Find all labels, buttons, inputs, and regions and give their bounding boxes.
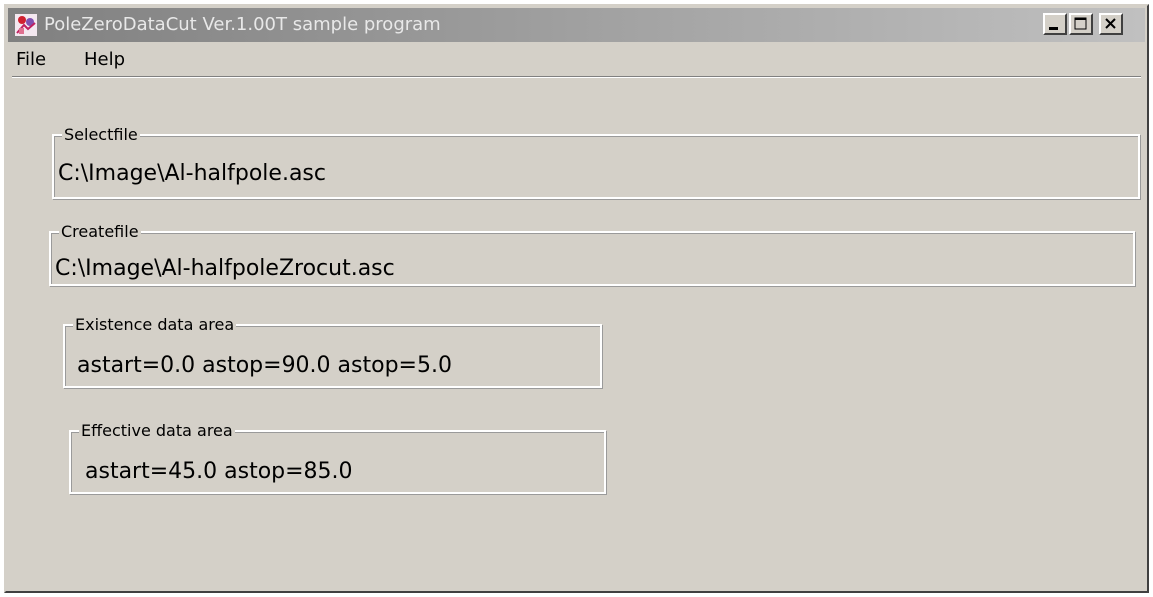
existence-area-label: Existence data area: [73, 315, 237, 335]
existence-area-value: astart=0.0 astop=90.0 astop=5.0: [77, 353, 452, 378]
maximize-button[interactable]: [1069, 13, 1093, 35]
create-file-group: Createfile C:\Image\Al-halfpoleZrocut.as…: [49, 222, 1135, 286]
minimize-icon: [1049, 27, 1058, 30]
window-title: PoleZeroDataCut Ver.1.00T sample program: [44, 14, 441, 35]
create-file-path: C:\Image\Al-halfpoleZrocut.asc: [55, 256, 395, 281]
title-bar[interactable]: PoleZeroDataCut Ver.1.00T sample program: [8, 8, 1145, 42]
close-button[interactable]: [1099, 13, 1123, 35]
menu-help[interactable]: Help: [84, 49, 125, 70]
menu-separator: [12, 76, 1141, 78]
select-file-group: Selectfile C:\Image\Al-halfpole.asc: [52, 125, 1140, 199]
effective-area-value: astart=45.0 astop=85.0: [85, 459, 353, 484]
create-file-label: Createfile: [59, 222, 141, 242]
select-file-path: C:\Image\Al-halfpole.asc: [58, 161, 326, 186]
menu-file[interactable]: File: [16, 49, 46, 70]
maximize-icon: [1074, 17, 1087, 30]
effective-area-group: Effective data area astart=45.0 astop=85…: [69, 421, 606, 494]
window-frame: PoleZeroDataCut Ver.1.00T sample program…: [4, 4, 1149, 593]
minimize-button[interactable]: [1043, 13, 1067, 35]
existence-area-group: Existence data area astart=0.0 astop=90.…: [63, 315, 602, 388]
effective-area-label: Effective data area: [79, 421, 235, 441]
app-icon[interactable]: [14, 13, 38, 37]
app-window: PoleZeroDataCut Ver.1.00T sample program…: [0, 0, 1153, 597]
select-file-label: Selectfile: [62, 125, 140, 145]
menu-bar: File Help: [8, 44, 1145, 76]
close-icon: [1105, 18, 1116, 29]
